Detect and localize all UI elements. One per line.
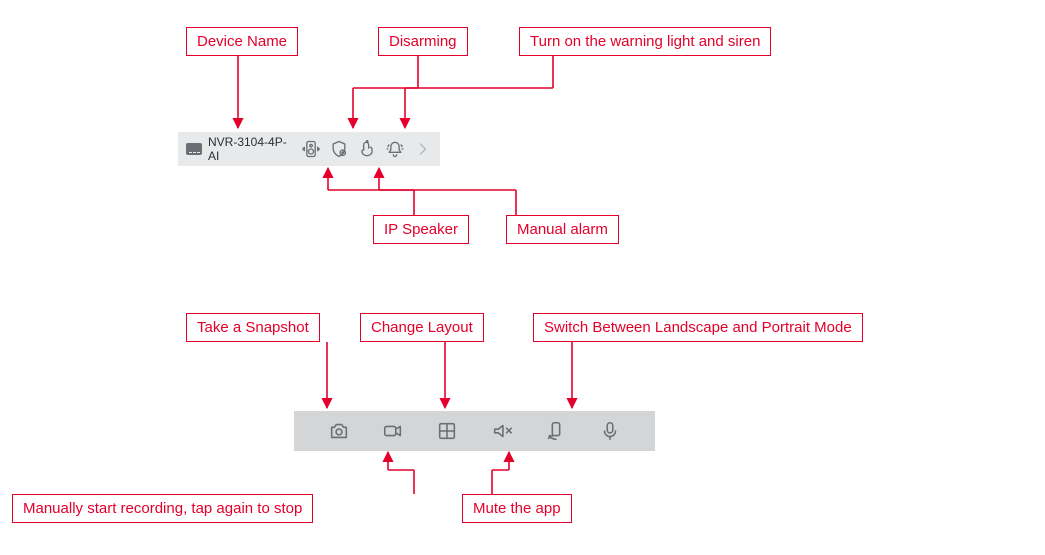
device-badge-icon — [186, 143, 202, 155]
callout-snapshot: Take a Snapshot — [186, 313, 320, 342]
record-icon[interactable] — [380, 418, 406, 444]
callout-mute-app: Mute the app — [462, 494, 572, 523]
disarming-icon[interactable] — [328, 138, 350, 160]
warning-siren-icon[interactable] — [384, 138, 406, 160]
callout-ip-speaker: IP Speaker — [373, 215, 469, 244]
more-chevron-icon[interactable] — [412, 138, 434, 160]
layout-icon[interactable] — [434, 418, 460, 444]
microphone-icon[interactable] — [597, 418, 623, 444]
callout-warning-siren: Turn on the warning light and siren — [519, 27, 771, 56]
mute-icon[interactable] — [489, 418, 515, 444]
device-toolbar: NVR-3104-4P-AI — [178, 132, 440, 166]
manual-alarm-icon[interactable] — [356, 138, 378, 160]
callout-switch-orientation: Switch Between Landscape and Portrait Mo… — [533, 313, 863, 342]
snapshot-icon[interactable] — [326, 418, 352, 444]
ip-speaker-icon[interactable] — [300, 138, 322, 160]
annotation-arrows — [0, 0, 1045, 555]
device-name-label: NVR-3104-4P-AI — [208, 135, 294, 163]
callout-device-name: Device Name — [186, 27, 298, 56]
callout-change-layout: Change Layout — [360, 313, 484, 342]
callout-disarming: Disarming — [378, 27, 468, 56]
control-toolbar — [294, 411, 655, 451]
callout-manual-alarm: Manual alarm — [506, 215, 619, 244]
rotate-device-icon[interactable] — [543, 418, 569, 444]
callout-start-recording: Manually start recording, tap again to s… — [12, 494, 313, 523]
